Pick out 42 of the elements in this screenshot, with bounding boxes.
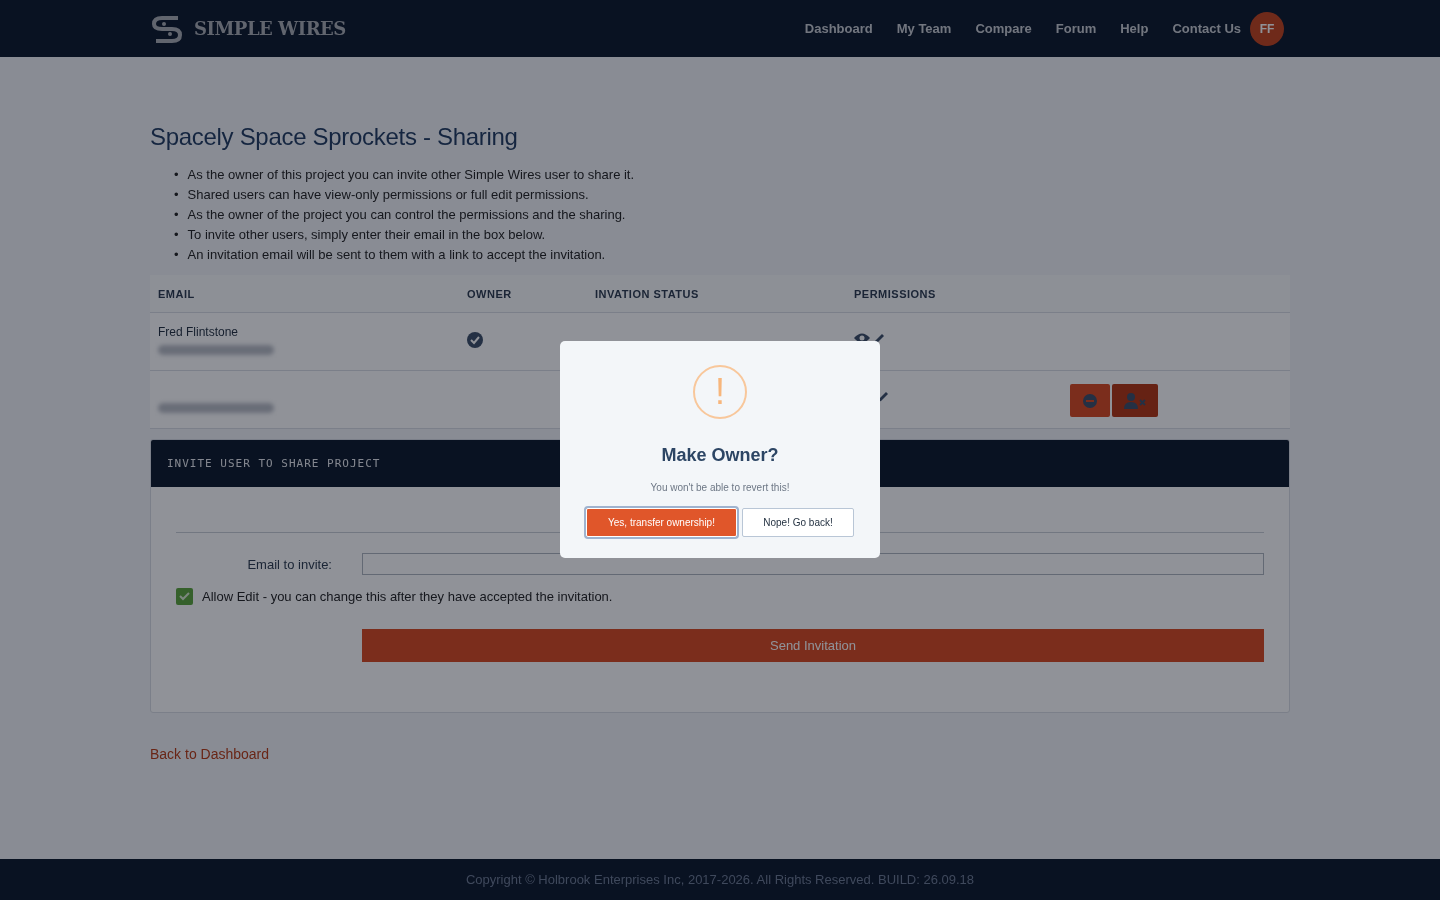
info-text: As the owner of this project you can invite other Simple Wires user to share it. [187,166,635,184]
nav-link[interactable]: Help [1120,21,1149,36]
send-invitation-button[interactable]: Send Invitation [362,629,1264,662]
bullet-mark: • [174,166,179,184]
nav-link[interactable]: Dashboard [804,21,873,36]
info-text: Shared users can have view-only permissions or full edit permissions. [187,186,589,204]
email-input[interactable] [362,553,1264,575]
minus-circle-icon [1083,393,1097,408]
nav-link[interactable]: Contact Us [1172,21,1241,36]
brand-name: SIMPLE WIRES [194,18,346,39]
confirm-button[interactable]: Yes, transfer ownership! [586,508,737,537]
checkbox-label: Allow Edit - you can change this after they have accepted the invitation. [202,589,613,604]
info-text: As the owner of the project you can control the permissions and the sharing. [187,206,626,224]
dialog-title: Make Owner? [661,445,779,466]
column-header: EMAIL [150,275,459,313]
nav-link[interactable]: My Team [896,21,952,36]
info-text: To invite other users, simply enter their email in the box below. [187,226,546,244]
bullet-mark: • [174,206,179,224]
user-remove-icon [1124,392,1146,409]
bullet-mark: • [174,226,179,244]
check-icon [179,592,190,601]
remove-user-button[interactable] [1112,384,1158,417]
nav-link[interactable]: Compare [975,21,1032,36]
column-header: OWNER [459,275,587,313]
info-text: An invitation email will be sent to them with a link to accept the invitation. [187,246,606,264]
field-label: Email to invite: [246,556,333,572]
page-title: Spacely Space Sprockets - Sharing [150,123,519,151]
nav-link[interactable]: Forum [1055,21,1097,36]
column-header: INVATION STATUS [587,275,846,313]
user-name: Fred Flintstone [158,325,240,339]
column-header: PERMISSIONS [846,275,1062,313]
bullet-mark: • [174,186,179,204]
back-link[interactable]: Back to Dashboard [150,746,270,762]
cancel-button[interactable]: Nope! Go back! [742,508,854,537]
bullet-mark: • [174,246,179,264]
remove-button[interactable] [1070,384,1110,417]
user-avatar[interactable]: FF [1250,11,1284,46]
logo-icon [150,13,184,44]
copyright-text: Copyright © Holbrook Enterprises Inc, 2017-2026. All Rights Reserved. BUILD: 26.09.18 [465,872,975,887]
warning-icon: ! [693,365,747,419]
allow-edit-checkbox[interactable] [176,588,193,605]
pencil-icon [878,390,890,402]
